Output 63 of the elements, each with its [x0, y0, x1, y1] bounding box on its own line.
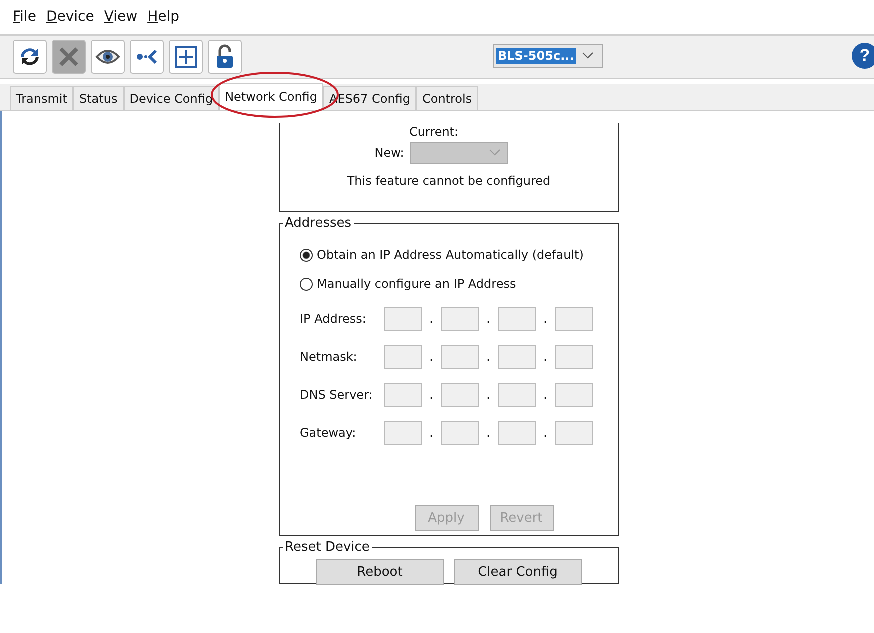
plus-icon: [173, 44, 199, 70]
action-button[interactable]: Clear Config: [454, 559, 582, 585]
octet-field[interactable]: [555, 421, 593, 445]
radio-button[interactable]: [300, 248, 313, 262]
octet-field[interactable]: [384, 345, 422, 369]
toolbar-button[interactable]: [208, 40, 242, 74]
separator: .: [542, 312, 548, 326]
separator: .: [486, 388, 492, 402]
chevron-icon: [489, 149, 502, 157]
octet-field[interactable]: [441, 307, 479, 331]
field-label: Netmask:: [300, 350, 358, 364]
separator: .: [486, 426, 492, 440]
octet-field[interactable]: [441, 421, 479, 445]
toolbar-button[interactable]: [13, 40, 47, 74]
octet-field[interactable]: [498, 307, 536, 331]
tab[interactable]: Status: [73, 86, 124, 110]
octet-field[interactable]: [384, 383, 422, 407]
radio-button[interactable]: [300, 278, 313, 290]
radio-option[interactable]: Manually configure an IP Address: [300, 275, 618, 293]
device-select[interactable]: BLS-505c...: [493, 44, 603, 68]
action-button[interactable]: Reboot: [316, 559, 444, 585]
tab[interactable]: Network Config: [219, 83, 324, 110]
octet-field[interactable]: [384, 307, 422, 331]
tab[interactable]: Device Config: [124, 86, 220, 110]
menu-item[interactable]: Help: [148, 9, 180, 25]
help-button[interactable]: ?: [852, 43, 874, 69]
tab[interactable]: Transmit: [10, 86, 74, 110]
radio-option[interactable]: Obtain an IP Address Automatically (default): [300, 246, 618, 264]
octet-field[interactable]: [441, 383, 479, 407]
field-label: Gateway:: [300, 426, 358, 440]
octet-field[interactable]: [555, 383, 593, 407]
new-dropdown[interactable]: [410, 142, 508, 164]
separator: .: [486, 350, 492, 364]
group-title: Reset Device: [284, 540, 371, 555]
separator: .: [542, 388, 548, 402]
menu-item[interactable]: Device: [46, 9, 94, 25]
octet-field[interactable]: [555, 307, 593, 331]
octet-field[interactable]: [384, 421, 422, 445]
field-label: IP Address:: [300, 312, 368, 326]
field-label: Current:: [409, 124, 459, 140]
octet-field[interactable]: [441, 345, 479, 369]
toolbar-button[interactable]: [130, 40, 164, 74]
separator: .: [428, 426, 434, 440]
octet-field[interactable]: [498, 421, 536, 445]
menu-item[interactable]: View: [104, 9, 138, 25]
octet-field[interactable]: [498, 345, 536, 369]
separator: .: [542, 426, 548, 440]
separator: .: [428, 312, 434, 326]
separator: .: [486, 312, 492, 326]
separator: .: [428, 350, 434, 364]
separator: .: [542, 350, 548, 364]
group-title: Addresses: [284, 216, 353, 231]
info-text: This feature cannot be configured: [347, 174, 551, 188]
octet-field[interactable]: [498, 383, 536, 407]
field-label: DNS Server:: [300, 388, 374, 402]
chevron-icon: [582, 52, 594, 60]
menu-item[interactable]: File: [13, 9, 36, 25]
toolbar-button[interactable]: [169, 40, 203, 74]
octet-field[interactable]: [555, 345, 593, 369]
field-label: New:: [374, 146, 404, 160]
separator: .: [428, 388, 434, 402]
toolbar-button[interactable]: [91, 40, 125, 74]
tab[interactable]: Controls: [416, 86, 478, 110]
